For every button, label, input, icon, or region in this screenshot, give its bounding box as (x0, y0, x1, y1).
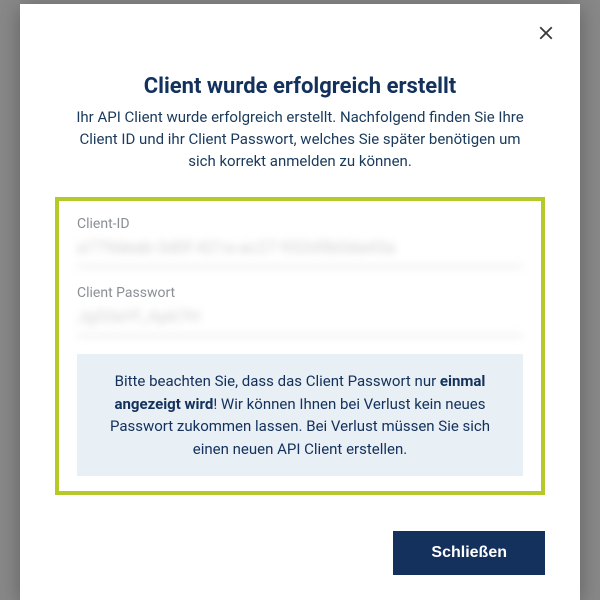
notice-prefix: Bitte beachten Sie, dass das Client Pass… (115, 372, 440, 390)
client-password-label: Client Passwort (77, 285, 523, 301)
client-id-label: Client-ID (77, 216, 523, 232)
close-button[interactable]: Schließen (393, 531, 545, 575)
credentials-box: Client-ID a779deab-3d0f-421a-ac27-932d5b… (55, 197, 545, 495)
client-password-field: Client Passwort Jg53aYf_Ap67H (77, 285, 523, 336)
modal-actions: Schließen (55, 531, 545, 575)
client-id-field: Client-ID a779deab-3d0f-421a-ac27-932d5b… (77, 216, 523, 267)
modal-description: Ihr API Client wurde erfolgreich erstell… (55, 107, 545, 172)
client-id-value: a779deab-3d0f-421a-ac27-932d5b0da43a (77, 238, 523, 267)
modal-dialog: Client wurde erfolgreich erstellt Ihr AP… (20, 4, 580, 600)
client-password-value: Jg53aYf_Ap67H (77, 307, 523, 336)
close-icon[interactable] (532, 19, 560, 47)
warning-notice: Bitte beachten Sie, dass das Client Pass… (77, 354, 523, 476)
modal-title: Client wurde erfolgreich erstellt (55, 74, 545, 99)
